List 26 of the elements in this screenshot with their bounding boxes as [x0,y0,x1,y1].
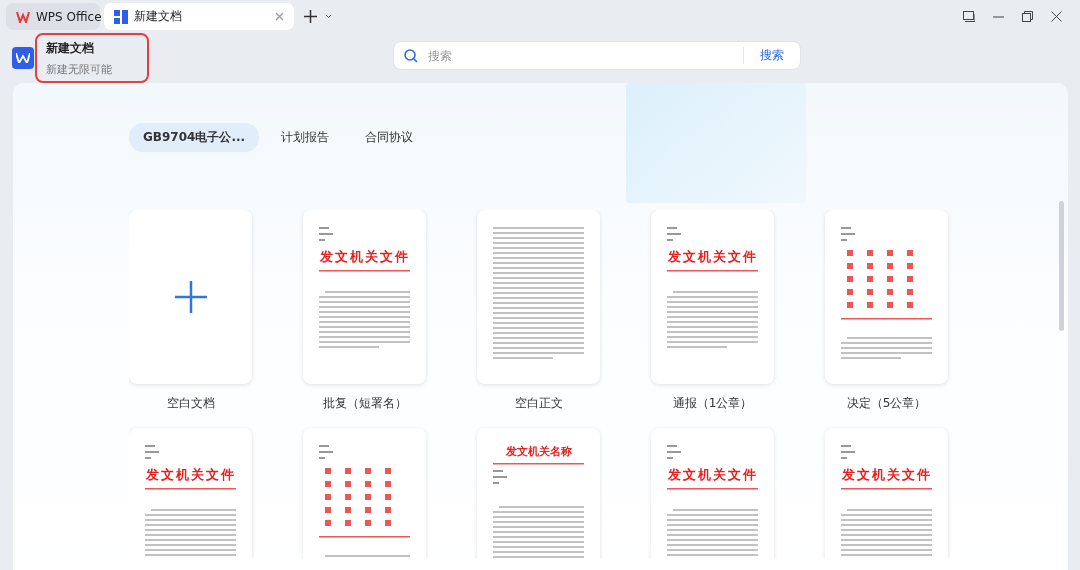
document-heading: 发文机关文件 [145,466,236,484]
page-subtitle: 新建无限可能 [46,61,113,77]
category-tab[interactable]: 合同协议 [351,123,428,152]
search-button[interactable]: 搜索 [743,47,790,64]
document-heading: 发文机关文件 [841,466,932,484]
document-heading: 发文机关文件 [319,248,410,266]
template-card[interactable]: 发文机关文件 [651,428,774,559]
template-card[interactable]: 发文机关名称 [477,428,600,559]
template-card[interactable]: 发文机关文件 [825,428,948,559]
document-heading: 发文机关名称 [504,444,573,459]
page-title: 新建文档 [46,39,95,57]
template-label: 批复（短署名） [322,395,407,412]
tab[interactable]: 新建文档 [104,3,294,30]
template-label: 决定（5公章） [846,395,927,412]
category-tab[interactable]: GB9704电子公... [129,123,260,152]
document-heading: 发文机关文件 [667,248,758,266]
document-heading: 发文机关文件 [667,466,758,484]
template-label: 空白文档 [166,395,215,412]
category-tab[interactable]: 计划报告 [267,123,344,152]
template-card[interactable]: 发文机关文件 [651,210,774,384]
template-label: 空白正文 [514,395,563,412]
search-field[interactable]: 搜索 搜索 [393,41,801,70]
template-label: 通报（1公章） [672,395,753,412]
template-card[interactable]: 发文机关文件 [129,428,252,559]
template-card[interactable]: 发文机关文件 [303,210,426,384]
tab[interactable]: WPS Office [6,3,100,30]
